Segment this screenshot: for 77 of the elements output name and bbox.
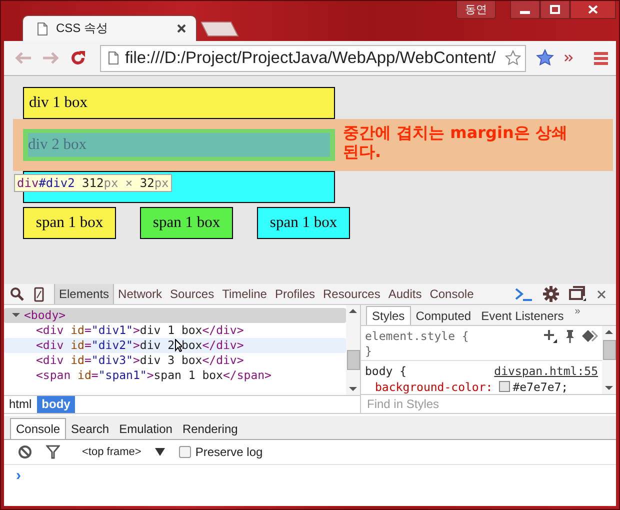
dock-icon[interactable] <box>569 286 587 302</box>
box-label: div 2 box <box>28 136 87 154</box>
panel-tab[interactable]: Elements <box>54 284 114 304</box>
source-link[interactable]: divspan.html:55 <box>494 364 598 378</box>
css-value: #e7e7e7; <box>512 380 568 394</box>
clear-icon[interactable] <box>18 445 32 459</box>
plus-icon[interactable] <box>544 329 558 343</box>
close-icon <box>588 5 598 14</box>
checkbox[interactable] <box>179 446 192 458</box>
browser-tab[interactable]: CSS 속성 <box>22 15 197 41</box>
dom-node-row[interactable]: <div id="div3">div 3 box</div> <box>4 353 346 368</box>
more-tabs-button[interactable]: » <box>568 306 586 325</box>
dom-node-row[interactable]: <div id="div1">div 1 box</div> <box>4 323 346 338</box>
close-icon[interactable] <box>177 24 186 33</box>
minimize-button[interactable] <box>510 1 540 19</box>
phone-icon[interactable] <box>34 286 44 302</box>
breadcrumb[interactable]: html <box>4 396 37 413</box>
dom-node-row[interactable]: <div id="div2">div 2 box</div> <box>4 338 346 353</box>
drawer-tab[interactable]: Console <box>10 418 66 439</box>
styles-tab[interactable]: Event Listeners <box>476 307 569 325</box>
css-selector: body { <box>365 364 407 378</box>
close-icon[interactable] <box>597 290 606 298</box>
panel-tab[interactable]: Resources <box>319 284 384 304</box>
menu-icon[interactable] <box>594 51 608 65</box>
tab-title: CSS 속성 <box>56 20 110 37</box>
page-icon <box>37 22 48 36</box>
cursor-icon <box>175 339 182 352</box>
scrollbar[interactable] <box>346 305 360 395</box>
diamond-icon[interactable] <box>582 330 598 342</box>
drawer-tab[interactable]: Emulation <box>114 419 178 439</box>
dom-node-row[interactable]: <span id="span1">span 1 box</span> <box>4 368 346 383</box>
star-icon[interactable] <box>536 49 554 67</box>
styles-tab[interactable]: Styles <box>366 306 411 325</box>
css-selector: element.style { <box>365 329 469 343</box>
panel-tab[interactable]: Profiles <box>270 284 319 304</box>
panel-tab[interactable]: Timeline <box>218 284 271 304</box>
star-icon[interactable] <box>505 50 521 66</box>
new-tab-icon[interactable] <box>201 21 239 37</box>
span-box: span 1 box <box>140 207 233 239</box>
panel-tab[interactable]: Console <box>426 284 478 304</box>
dom-node-row[interactable]: <body> <box>4 308 346 323</box>
box-label: div 1 box <box>29 94 88 112</box>
page-icon <box>108 51 119 65</box>
find-field[interactable]: Find in Styles <box>361 394 616 413</box>
annotation-text: 중간에 겹치는 margin은 상쇄된다. <box>343 123 568 161</box>
span-box: span 1 box <box>23 207 116 239</box>
maximize-icon <box>550 5 560 14</box>
css-property: background-color: <box>375 380 493 394</box>
drawer-tab[interactable]: Rendering <box>177 419 243 439</box>
inspect-tooltip: div#div2 312px × 32px <box>14 174 172 192</box>
pin-icon[interactable] <box>565 329 575 343</box>
terminal-icon[interactable] <box>515 287 533 301</box>
address-bar[interactable]: file:///D:/Project/ProjectJava/WebApp/WebContent/ <box>100 44 526 72</box>
filter-icon[interactable] <box>46 445 60 459</box>
styles-tab[interactable]: Computed <box>410 307 476 325</box>
reload-icon[interactable] <box>70 50 86 66</box>
drawer-tab[interactable]: Search <box>66 419 114 439</box>
chevron-icon[interactable] <box>564 53 574 63</box>
scrollbar[interactable] <box>602 326 616 394</box>
context-label: <top frame> <box>82 446 142 458</box>
maximize-button[interactable] <box>540 1 570 19</box>
search-icon[interactable] <box>10 287 24 301</box>
console-prompt[interactable]: › <box>16 467 21 484</box>
panel-tab[interactable]: Network <box>114 284 166 304</box>
profile-button[interactable]: 동연 <box>456 1 496 19</box>
gear-icon[interactable] <box>543 286 559 302</box>
color-swatch[interactable] <box>498 381 510 392</box>
span-box: span 1 box <box>257 207 350 239</box>
checkbox-label: Preserve log <box>195 445 263 459</box>
panel-tab[interactable]: Audits <box>384 284 426 304</box>
panel-tab[interactable]: Sources <box>166 284 218 304</box>
url-text: file:///D:/Project/ProjectJava/WebApp/WebContent/ <box>125 48 497 68</box>
close-button[interactable] <box>570 1 616 19</box>
breadcrumb[interactable]: body <box>36 396 76 413</box>
css-brace: } <box>365 344 373 358</box>
context-dropdown[interactable]: <top frame> <box>82 446 166 458</box>
dropdown-icon <box>155 448 166 456</box>
